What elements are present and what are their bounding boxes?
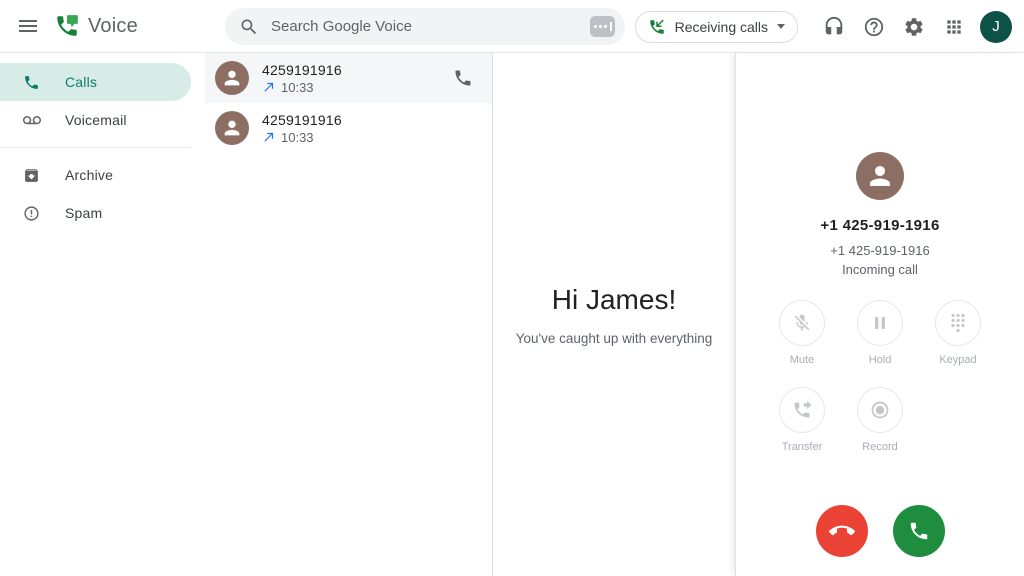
account-avatar[interactable]: J — [980, 11, 1012, 43]
call-end-icon — [829, 518, 855, 544]
greeting-title: Hi James! — [552, 284, 676, 316]
phone-callback-icon — [648, 18, 666, 36]
search-input[interactable] — [271, 18, 590, 35]
sidebar-item-label: Voicemail — [65, 112, 127, 128]
decline-call-button[interactable] — [816, 505, 868, 557]
accept-call-button[interactable] — [893, 505, 945, 557]
incoming-call-panel: +1 425-919-1916 +1 425-919-1916 Incoming… — [735, 53, 1024, 576]
call-list-row[interactable]: 4259191916 10:33 — [205, 53, 492, 103]
mic-off-icon — [779, 300, 825, 346]
caller-avatar — [856, 152, 904, 200]
call-time: 10:33 — [281, 80, 314, 95]
call-meta: 4259191916 10:33 — [262, 112, 342, 145]
dialpad-entry-icon[interactable] — [590, 16, 615, 37]
settings-gear-icon[interactable] — [894, 7, 934, 47]
sidebar-item-label: Calls — [65, 74, 97, 90]
call-accept-icon — [908, 520, 930, 542]
main-content: Calls Voicemail Archive Spam — [0, 53, 1024, 576]
mute-button[interactable]: Mute — [779, 300, 825, 366]
sidebar-item-spam[interactable]: Spam — [0, 194, 191, 232]
search-bar — [225, 8, 625, 45]
greeting-subtitle: You've caught up with everything — [516, 331, 712, 346]
call-list-row[interactable]: 4259191916 10:33 — [205, 103, 492, 153]
header-actions: Receiving calls J — [635, 0, 1012, 53]
control-label: Mute — [790, 354, 814, 366]
sidebar-item-calls[interactable]: Calls — [0, 63, 191, 101]
call-number: 4259191916 — [262, 112, 342, 128]
record-button[interactable]: Record — [857, 387, 903, 453]
control-label: Record — [862, 441, 897, 453]
outgoing-call-arrow-icon — [262, 130, 276, 144]
receiving-calls-label: Receiving calls — [675, 19, 768, 35]
call-status: Incoming call — [842, 262, 918, 277]
empty-state-panel: Hi James! You've caught up with everythi… — [493, 53, 735, 576]
dialpad-icon — [935, 300, 981, 346]
control-label: Hold — [869, 354, 892, 366]
help-icon[interactable] — [854, 7, 894, 47]
sidebar-item-label: Spam — [65, 205, 102, 221]
receiving-calls-chip[interactable]: Receiving calls — [635, 11, 798, 43]
avatar-initial: J — [992, 18, 1000, 35]
call-time: 10:33 — [281, 130, 314, 145]
control-label: Transfer — [782, 441, 823, 453]
keypad-button[interactable]: Keypad — [935, 300, 981, 366]
headset-icon[interactable] — [814, 7, 854, 47]
hold-button[interactable]: Hold — [857, 300, 903, 366]
top-header: Voice Receiving calls — [0, 0, 1024, 53]
call-back-button[interactable] — [451, 66, 475, 90]
phone-icon — [23, 73, 41, 91]
google-apps-grid-icon[interactable] — [934, 7, 974, 47]
sidebar: Calls Voicemail Archive Spam — [0, 53, 205, 576]
outgoing-call-arrow-icon — [262, 80, 276, 94]
spam-icon — [23, 204, 41, 222]
search-icon — [239, 17, 259, 37]
voice-logo-icon — [54, 13, 80, 39]
hamburger-menu-icon[interactable] — [8, 6, 48, 46]
sidebar-item-voicemail[interactable]: Voicemail — [0, 101, 191, 139]
caller-number-secondary: +1 425-919-1916 — [830, 243, 929, 258]
chevron-down-icon — [777, 24, 785, 29]
voicemail-icon — [23, 111, 41, 129]
voice-logo[interactable]: Voice — [54, 13, 138, 39]
app-title: Voice — [88, 15, 138, 38]
archive-icon — [23, 166, 41, 184]
caller-number-primary: +1 425-919-1916 — [820, 217, 939, 234]
pause-icon — [857, 300, 903, 346]
call-list: 4259191916 10:33 42591919 — [205, 53, 493, 576]
contact-avatar — [215, 111, 249, 145]
answer-actions — [736, 505, 1024, 557]
google-voice-app: Voice Receiving calls — [0, 0, 1024, 576]
contact-avatar — [215, 61, 249, 95]
control-label: Keypad — [939, 354, 976, 366]
call-controls: Mute Hold Keypad — [763, 300, 997, 453]
phone-forwarded-icon — [779, 387, 825, 433]
sidebar-item-label: Archive — [65, 167, 113, 183]
record-icon — [857, 387, 903, 433]
transfer-button[interactable]: Transfer — [779, 387, 825, 453]
sidebar-divider — [0, 147, 191, 148]
call-meta: 4259191916 10:33 — [262, 62, 342, 95]
call-number: 4259191916 — [262, 62, 342, 78]
sidebar-item-archive[interactable]: Archive — [0, 156, 191, 194]
